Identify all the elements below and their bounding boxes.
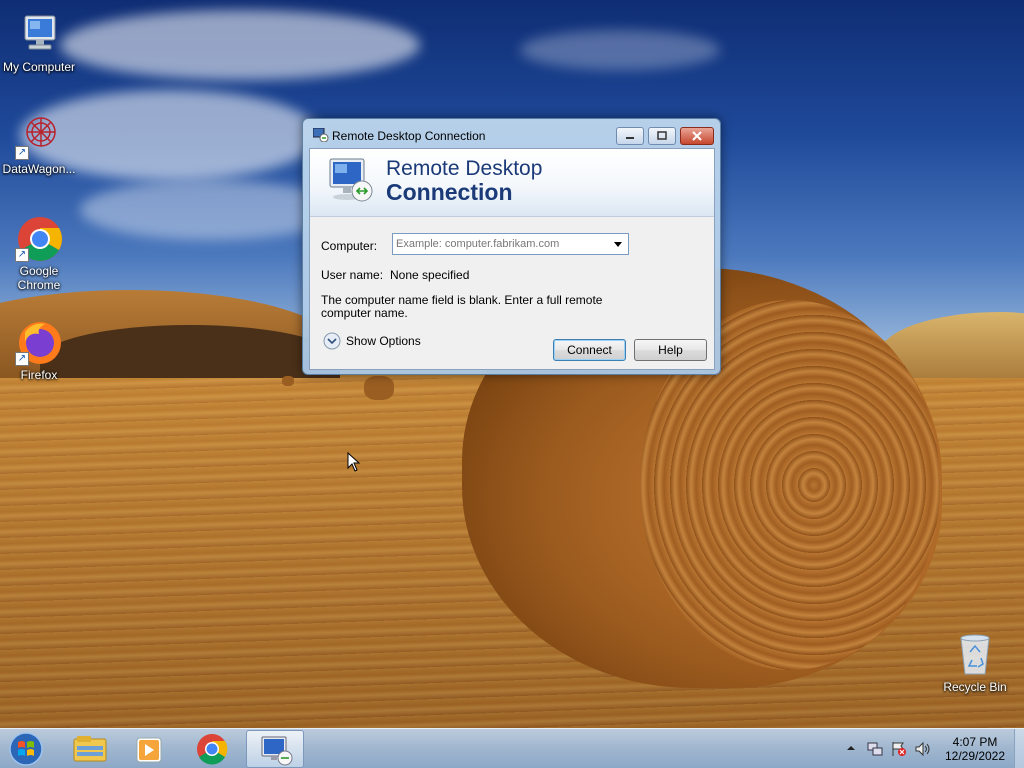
minimize-button[interactable] bbox=[616, 127, 644, 145]
desktop-icon-label: DataWagon... bbox=[2, 162, 76, 176]
remote-desktop-icon bbox=[312, 127, 329, 143]
remote-desktop-icon bbox=[261, 736, 293, 766]
maximize-button[interactable] bbox=[648, 127, 676, 145]
desktop-icon-google-chrome[interactable]: ↗ Google Chrome bbox=[0, 214, 79, 292]
desktop-icon-label-line1: Google bbox=[19, 264, 59, 278]
show-hidden-icons-button[interactable] bbox=[844, 741, 858, 755]
desktop-icon-label-line2: Chrome bbox=[17, 278, 61, 292]
windows-logo-icon bbox=[9, 732, 43, 766]
chrome-icon: ↗ bbox=[15, 214, 63, 262]
desktop-icon-label: My Computer bbox=[2, 60, 76, 74]
start-button[interactable] bbox=[6, 731, 46, 767]
taskbar-chrome-button[interactable] bbox=[183, 730, 241, 768]
banner-title-line1: Remote Desktop bbox=[386, 157, 543, 180]
wallpaper-cloud bbox=[80, 180, 340, 240]
shortcut-arrow-icon: ↗ bbox=[15, 248, 29, 262]
datawagon-icon: ↗ bbox=[15, 112, 63, 160]
taskbar-media-player-button[interactable] bbox=[120, 730, 178, 768]
desktop-wallpaper bbox=[0, 0, 1024, 768]
banner-title-line2: Connection bbox=[386, 179, 513, 205]
desktop-icon-recycle-bin[interactable]: Recycle Bin bbox=[935, 630, 1015, 694]
maximize-icon bbox=[657, 131, 667, 140]
close-button[interactable] bbox=[680, 127, 714, 145]
wallpaper-cloud bbox=[60, 10, 420, 80]
window-titlebar[interactable]: Remote Desktop Connection bbox=[303, 119, 720, 149]
computer-input[interactable] bbox=[396, 236, 606, 252]
recycle-bin-icon bbox=[951, 630, 999, 678]
validation-message: The computer name field is blank. Enter … bbox=[321, 293, 603, 320]
close-icon bbox=[692, 131, 702, 141]
desktop-icon-label: Firefox bbox=[20, 368, 58, 382]
desktop-icon-firefox[interactable]: ↗ Firefox bbox=[0, 318, 79, 382]
show-options-toggle[interactable]: Show Options bbox=[323, 331, 433, 351]
windows-explorer-icon bbox=[73, 736, 107, 762]
desktop-icon-datawagon[interactable]: ↗ DataWagon... bbox=[0, 112, 79, 176]
rdp-banner: Remote Desktop Connection bbox=[310, 149, 714, 217]
clock-time: 4:07 PM bbox=[952, 735, 998, 749]
computer-combobox[interactable] bbox=[392, 233, 629, 255]
taskbar: 4:07 PM 12/29/2022 bbox=[0, 728, 1024, 768]
show-options-label: Show Options bbox=[346, 334, 421, 348]
rdp-window[interactable]: Remote Desktop Connection Remote Desktop… bbox=[302, 118, 721, 375]
wallpaper-hay-bale bbox=[364, 376, 394, 400]
username-value: None specified bbox=[390, 268, 470, 282]
media-player-icon bbox=[136, 737, 162, 763]
network-tray-icon[interactable] bbox=[866, 740, 884, 758]
chevron-up-icon bbox=[847, 746, 855, 750]
minimize-icon bbox=[626, 137, 634, 139]
action-center-flag-icon[interactable] bbox=[890, 740, 908, 758]
shortcut-arrow-icon: ↗ bbox=[15, 352, 29, 366]
username-label: User name: bbox=[321, 268, 384, 282]
window-title: Remote Desktop Connection bbox=[332, 129, 486, 143]
taskbar-remote-desktop-button[interactable] bbox=[246, 730, 304, 768]
mouse-cursor-icon bbox=[347, 451, 361, 472]
computer-label: Computer: bbox=[321, 239, 378, 253]
chrome-icon bbox=[197, 734, 228, 765]
shortcut-arrow-icon: ↗ bbox=[15, 146, 29, 160]
window-client-area: Remote Desktop Connection Computer: User… bbox=[309, 148, 715, 370]
wallpaper-hay-bale bbox=[282, 376, 294, 386]
computer-icon bbox=[15, 10, 63, 58]
desktop-icon-my-computer[interactable]: My Computer bbox=[0, 10, 79, 74]
clock-date: 12/29/2022 bbox=[944, 749, 1006, 763]
show-desktop-button[interactable] bbox=[1014, 729, 1024, 768]
wallpaper-cloud bbox=[520, 30, 720, 70]
taskbar-explorer-button[interactable] bbox=[60, 730, 118, 768]
firefox-icon: ↗ bbox=[15, 318, 63, 366]
volume-speaker-icon[interactable] bbox=[914, 740, 932, 758]
connect-button[interactable]: Connect bbox=[553, 339, 626, 361]
help-button[interactable]: Help bbox=[634, 339, 707, 361]
taskbar-clock[interactable]: 4:07 PM 12/29/2022 bbox=[940, 735, 1010, 763]
dropdown-arrow-icon[interactable] bbox=[611, 236, 625, 252]
desktop-icon-label: Recycle Bin bbox=[943, 680, 1007, 694]
expand-chevron-icon bbox=[323, 332, 341, 350]
remote-desktop-logo-icon bbox=[326, 155, 376, 207]
